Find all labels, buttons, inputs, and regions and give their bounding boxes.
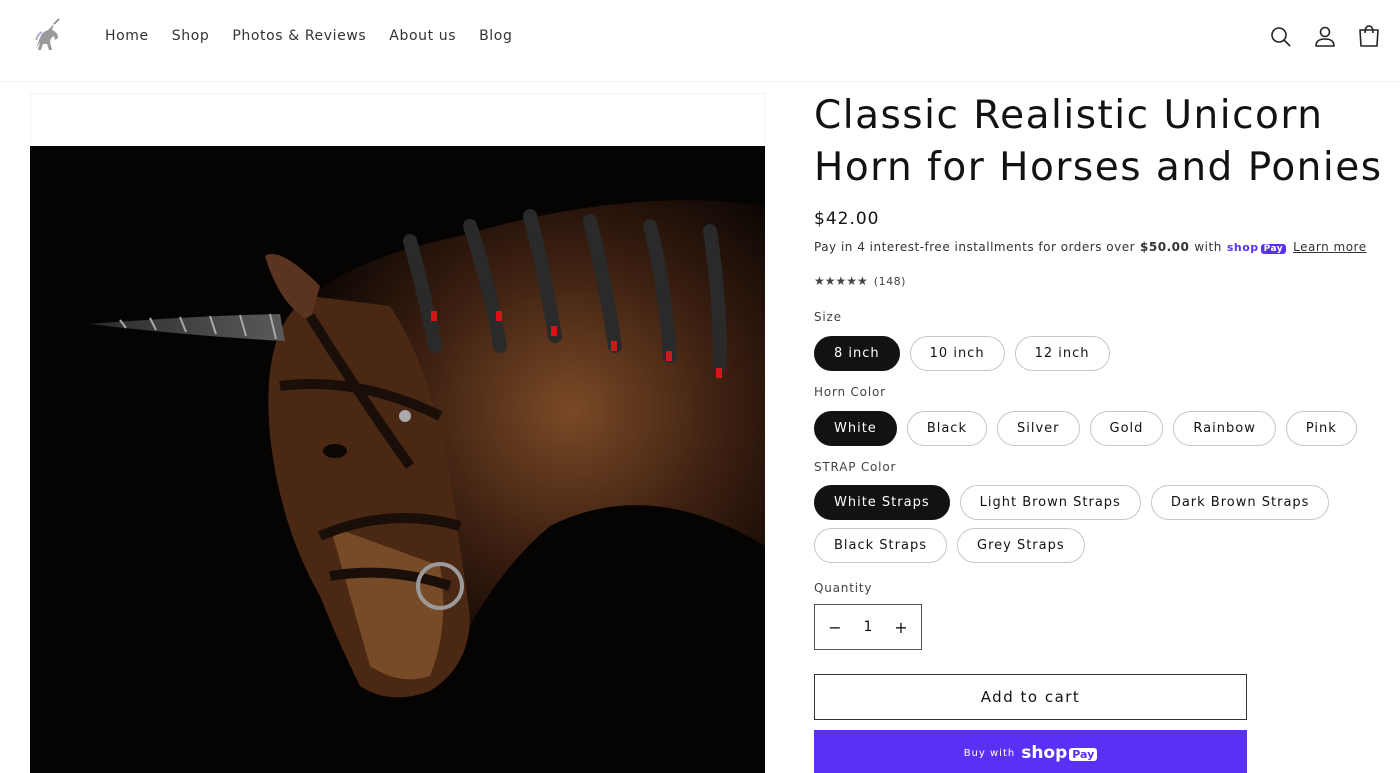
product-rating[interactable]: ★★★★★ (148): [814, 274, 906, 288]
rating-count: (148): [873, 274, 906, 288]
gallery-frame: [30, 93, 765, 146]
search-icon[interactable]: [1270, 24, 1292, 48]
horn-color-label: Horn Color: [814, 385, 886, 399]
nav-item-about-us[interactable]: About us: [389, 26, 456, 46]
strap-color-light-brown-straps[interactable]: Light Brown Straps: [959, 485, 1141, 520]
quantity-label: Quantity: [814, 581, 873, 595]
installments-message: Pay in 4 interest-free installments for …: [814, 240, 1367, 254]
horn-color-white[interactable]: White: [814, 411, 897, 446]
shoppay-logo-icon: shop Pay: [1226, 240, 1287, 254]
product-price: $42.00: [814, 209, 880, 229]
strap-color-white-straps[interactable]: White Straps: [814, 485, 950, 520]
strap-color-dark-brown-straps[interactable]: Dark Brown Straps: [1150, 485, 1330, 520]
size-options: 8 inch 10 inch 12 inch: [814, 336, 1374, 371]
horn-color-pink[interactable]: Pink: [1285, 411, 1357, 446]
installments-with: with: [1194, 240, 1222, 254]
quantity-minus-button[interactable]: −: [827, 618, 843, 637]
installments-text: Pay in 4 interest-free installments for …: [814, 240, 1136, 254]
nav-item-shop[interactable]: Shop: [172, 26, 210, 46]
installments-amount: $50.00: [1140, 240, 1190, 254]
star-rating-icon: ★★★★★: [814, 274, 868, 288]
cart-icon[interactable]: [1358, 24, 1380, 48]
shoppay-button-word: shop: [1021, 743, 1068, 763]
account-icon[interactable]: [1314, 24, 1336, 48]
nav-item-photos-reviews[interactable]: Photos & Reviews: [232, 26, 366, 46]
strap-color-black-straps[interactable]: Black Straps: [814, 528, 947, 563]
horn-color-silver[interactable]: Silver: [997, 411, 1080, 446]
strap-color-grey-straps[interactable]: Grey Straps: [957, 528, 1085, 563]
horn-color-options: White Black Silver Gold Rainbow Pink: [814, 411, 1374, 446]
quantity-plus-button[interactable]: +: [893, 618, 909, 637]
quantity-input[interactable]: 1: [864, 619, 873, 635]
size-option-10-inch[interactable]: 10 inch: [909, 336, 1005, 371]
nav-item-home[interactable]: Home: [105, 26, 149, 46]
shoppay-pay: Pay: [1260, 243, 1287, 254]
shoppay-word: shop: [1226, 240, 1259, 254]
add-to-cart-button[interactable]: Add to cart: [814, 674, 1247, 720]
product-image[interactable]: [30, 146, 765, 773]
horn-color-black[interactable]: Black: [906, 411, 987, 446]
main-nav: Home Shop Photos & Reviews About us Blog: [105, 26, 535, 46]
unicorn-logo-icon[interactable]: [28, 18, 66, 56]
strap-color-label: STRAP Color: [814, 460, 897, 474]
nav-item-blog[interactable]: Blog: [479, 26, 512, 46]
buy-with-shoppay-button[interactable]: Buy with shop Pay: [814, 730, 1247, 773]
header-icons: [1270, 24, 1380, 48]
size-option-8-inch[interactable]: 8 inch: [814, 336, 900, 371]
size-option-12-inch[interactable]: 12 inch: [1014, 336, 1110, 371]
size-label: Size: [814, 310, 842, 324]
horn-color-gold[interactable]: Gold: [1089, 411, 1164, 446]
horn-color-rainbow[interactable]: Rainbow: [1173, 411, 1276, 446]
quantity-stepper: − 1 +: [814, 604, 922, 650]
buy-with-label: Buy with: [963, 747, 1016, 759]
strap-color-options: White Straps Light Brown Straps Dark Bro…: [814, 485, 1374, 563]
shoppay-button-logo-icon: shop Pay: [1021, 743, 1098, 763]
learn-more-link[interactable]: Learn more: [1293, 240, 1366, 254]
site-header: Home Shop Photos & Reviews About us Blog: [0, 0, 1400, 82]
product-title: Classic Realistic Unicorn Horn for Horse…: [814, 93, 1383, 190]
shoppay-button-pay: Pay: [1069, 748, 1098, 761]
